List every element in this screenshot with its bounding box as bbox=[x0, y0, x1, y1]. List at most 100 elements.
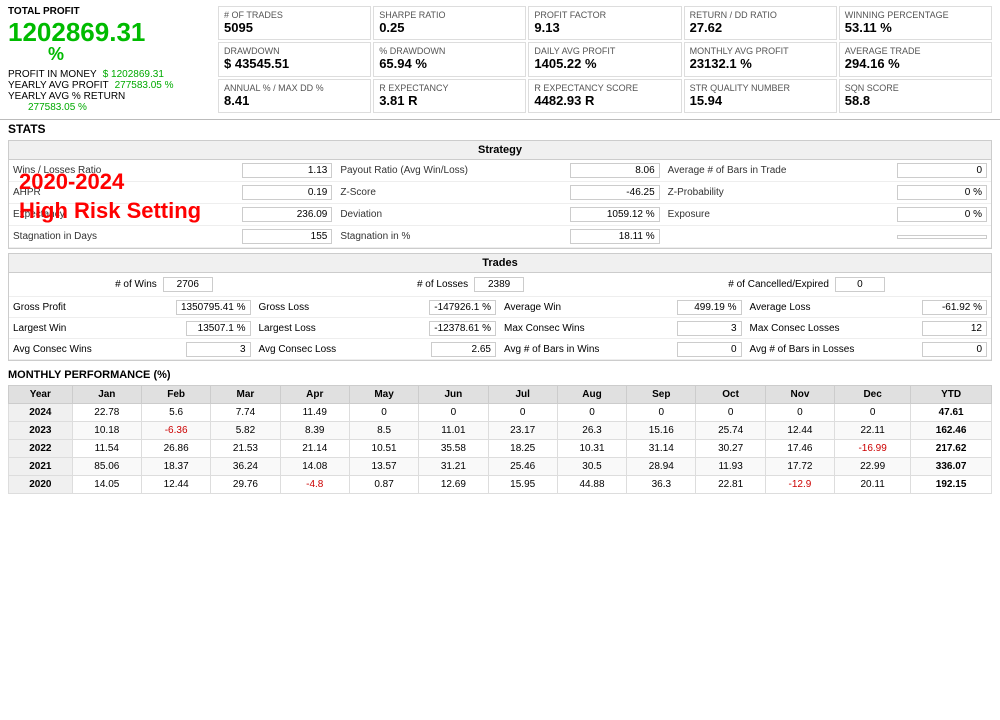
trade-value: 2.65 bbox=[431, 342, 496, 357]
app-container: TOTAL PROFIT 1202869.31 % PROFIT IN MONE… bbox=[0, 0, 1000, 494]
stat-label-5: DRAWDOWN bbox=[224, 46, 365, 56]
total-profit-number: 1202869.31 bbox=[8, 17, 145, 47]
monthly-cell: 13.57 bbox=[349, 458, 418, 476]
trade-value: 0 bbox=[677, 342, 742, 357]
stat-cell-6: % DRAWDOWN65.94 % bbox=[373, 42, 526, 76]
strategy-row: Average # of Bars in Trade0 bbox=[664, 160, 991, 182]
stat-label-2: PROFIT FACTOR bbox=[534, 10, 675, 20]
monthly-ytd: 192.15 bbox=[911, 476, 992, 494]
trade-value: 3 bbox=[677, 321, 742, 336]
monthly-row: 202014.0512.4429.76-4.80.8712.6915.9544.… bbox=[9, 476, 992, 494]
monthly-section: MONTHLY PERFORMANCE (%) YearJanFebMarApr… bbox=[8, 365, 992, 494]
monthly-year: 2022 bbox=[9, 440, 73, 458]
monthly-year: 2024 bbox=[9, 404, 73, 422]
strategy-row-value: 1.13 bbox=[242, 163, 332, 178]
monthly-cell: 12.44 bbox=[765, 422, 834, 440]
profit-in-money-label: PROFIT IN MONEY bbox=[8, 69, 97, 80]
strategy-row-value: 236.09 bbox=[242, 207, 332, 222]
stat-cell-2: PROFIT FACTOR9.13 bbox=[528, 6, 681, 40]
monthly-cell: 12.69 bbox=[419, 476, 488, 494]
stat-label-1: SHARPE RATIO bbox=[379, 10, 520, 20]
monthly-cell: 36.24 bbox=[211, 458, 280, 476]
strategy-row-label: Average # of Bars in Trade bbox=[668, 165, 897, 176]
monthly-cell: 17.46 bbox=[765, 440, 834, 458]
monthly-cell: 26.86 bbox=[141, 440, 210, 458]
strategy-row-value: 1059.12 % bbox=[570, 207, 660, 222]
trades-col-2: Average Win499.19 %Max Consec Wins3Avg #… bbox=[500, 297, 746, 360]
strategy-row-value: 0 % bbox=[897, 185, 987, 200]
trade-label: Largest Win bbox=[13, 323, 186, 334]
monthly-cell: 22.78 bbox=[72, 404, 141, 422]
monthly-cell: 36.3 bbox=[627, 476, 696, 494]
trade-label: Largest Loss bbox=[259, 323, 430, 334]
stat-label-7: DAILY AVG PROFIT bbox=[534, 46, 675, 56]
strategy-row: Stagnation in %18.11 % bbox=[336, 226, 663, 248]
monthly-year: 2020 bbox=[9, 476, 73, 494]
monthly-cell: 0 bbox=[765, 404, 834, 422]
monthly-cell: 30.5 bbox=[557, 458, 626, 476]
monthly-col-header: Aug bbox=[557, 386, 626, 404]
strategy-col1: Wins / Losses Ratio1.13AHPR0.19Expectanc… bbox=[9, 160, 336, 248]
stat-value-0: 5095 bbox=[224, 20, 365, 35]
monthly-col-header: Dec bbox=[835, 386, 911, 404]
strategy-row: Stagnation in Days155 bbox=[9, 226, 336, 248]
profit-in-money-val: $ 1202869.31 bbox=[103, 69, 164, 80]
monthly-ytd: 47.61 bbox=[911, 404, 992, 422]
stat-label-0: # OF TRADES bbox=[224, 10, 365, 20]
monthly-row: 202211.5426.8621.5321.1410.5135.5818.251… bbox=[9, 440, 992, 458]
monthly-cell: 22.99 bbox=[835, 458, 911, 476]
trade-label: Average Win bbox=[504, 302, 677, 313]
monthly-cell: 31.14 bbox=[627, 440, 696, 458]
strategy-row: Payout Ratio (Avg Win/Loss)8.06 bbox=[336, 160, 663, 182]
stat-value-9: 294.16 % bbox=[845, 56, 986, 71]
monthly-col-header: Jan bbox=[72, 386, 141, 404]
monthly-col-header: Mar bbox=[211, 386, 280, 404]
trade-row: Avg Consec Wins3 bbox=[9, 339, 255, 360]
strategy-row-value bbox=[897, 235, 987, 239]
monthly-cell: -16.99 bbox=[835, 440, 911, 458]
monthly-row: 202310.18-6.365.828.398.511.0123.1726.31… bbox=[9, 422, 992, 440]
trade-value: 1350795.41 % bbox=[176, 300, 251, 315]
monthly-cell: 29.76 bbox=[211, 476, 280, 494]
monthly-col-header: May bbox=[349, 386, 418, 404]
trade-row: Avg # of Bars in Losses0 bbox=[746, 339, 992, 360]
strategy-col2: Payout Ratio (Avg Win/Loss)8.06Z-Score-4… bbox=[336, 160, 663, 248]
monthly-year: 2023 bbox=[9, 422, 73, 440]
trades-col-3: Average Loss-61.92 %Max Consec Losses12A… bbox=[746, 297, 992, 360]
monthly-cell: 0 bbox=[696, 404, 765, 422]
monthly-col-header: YTD bbox=[911, 386, 992, 404]
trade-row: Gross Profit1350795.41 % bbox=[9, 297, 255, 318]
monthly-cell: 10.31 bbox=[557, 440, 626, 458]
monthly-cell: 5.6 bbox=[141, 404, 210, 422]
monthly-cell: 11.49 bbox=[280, 404, 349, 422]
monthly-cell: 17.72 bbox=[765, 458, 834, 476]
monthly-cell: 14.08 bbox=[280, 458, 349, 476]
stat-value-10: 8.41 bbox=[224, 93, 365, 108]
trade-label: Avg # of Bars in Losses bbox=[750, 344, 923, 355]
total-profit-block: TOTAL PROFIT 1202869.31 % PROFIT IN MONE… bbox=[8, 6, 218, 113]
monthly-cell: 0 bbox=[627, 404, 696, 422]
stats-grid: # OF TRADES5095SHARPE RATIO0.25PROFIT FA… bbox=[218, 6, 992, 113]
stat-value-11: 3.81 R bbox=[379, 93, 520, 108]
strategy-row-label: AHPR bbox=[13, 187, 242, 198]
strategy-body: Wins / Losses Ratio1.13AHPR0.19Expectanc… bbox=[9, 160, 991, 248]
strategy-row-label: Z-Probability bbox=[668, 187, 897, 198]
trade-label: Max Consec Wins bbox=[504, 323, 677, 334]
monthly-ytd: 336.07 bbox=[911, 458, 992, 476]
stat-cell-9: AVERAGE TRADE294.16 % bbox=[839, 42, 992, 76]
stat-cell-14: SQN SCORE58.8 bbox=[839, 79, 992, 113]
trades-top-row: # of Wins2706# of Losses2389# of Cancell… bbox=[9, 273, 991, 297]
yearly-return-row: YEARLY AVG % RETURN bbox=[8, 91, 210, 102]
trade-label: Gross Loss bbox=[259, 302, 430, 313]
trade-row: Max Consec Wins3 bbox=[500, 318, 746, 339]
monthly-col-header: Apr bbox=[280, 386, 349, 404]
monthly-cell: 22.81 bbox=[696, 476, 765, 494]
monthly-col-header: Jul bbox=[488, 386, 557, 404]
strategy-col3: Average # of Bars in Trade0 Z-Probability… bbox=[664, 160, 991, 248]
strategy-row-label: Stagnation in % bbox=[340, 231, 569, 242]
monthly-table: YearJanFebMarAprMayJunJulAugSepOctNovDec… bbox=[8, 385, 992, 494]
stat-cell-3: RETURN / DD RATIO27.62 bbox=[684, 6, 837, 40]
trade-label: Avg # of Bars in Wins bbox=[504, 344, 677, 355]
trades-top-item: # of Cancelled/Expired0 bbox=[728, 277, 885, 292]
trades-header: Trades bbox=[9, 254, 991, 273]
